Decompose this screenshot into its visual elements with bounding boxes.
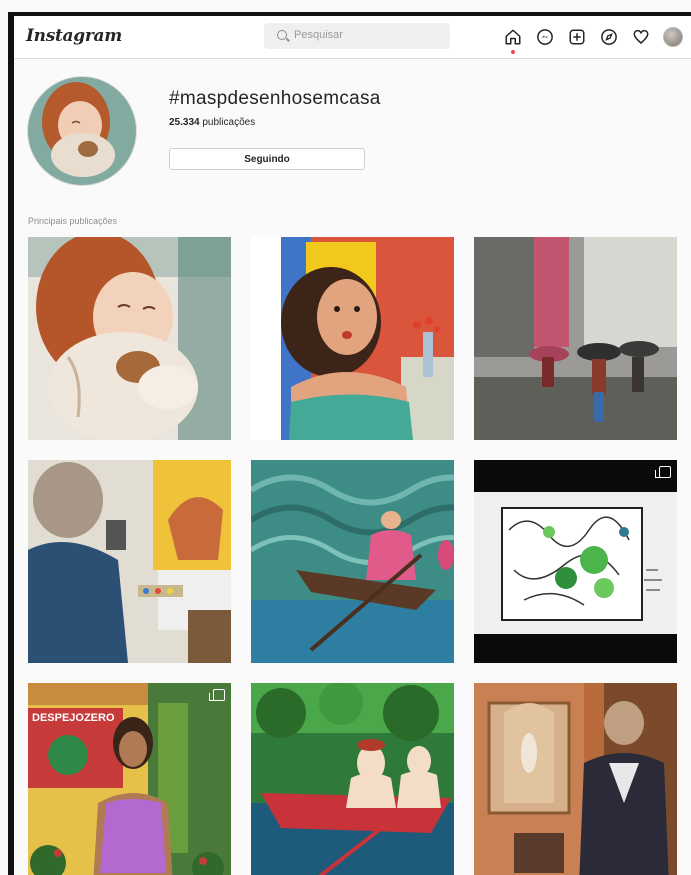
hashtag-profile-picture bbox=[27, 76, 137, 186]
following-button[interactable]: Seguindo bbox=[169, 148, 365, 170]
hashtag-title: #maspdesenhosemcasa bbox=[169, 88, 381, 109]
search-icon bbox=[277, 30, 287, 40]
search-placeholder: Pesquisar bbox=[294, 29, 343, 41]
post-thumbnail[interactable]: DESPEJOZERO bbox=[28, 683, 231, 875]
avatar bbox=[663, 27, 683, 47]
post-thumbnail[interactable] bbox=[251, 683, 454, 875]
multiple-photos-icon bbox=[209, 689, 225, 701]
notification-dot bbox=[511, 50, 515, 54]
post-count-label: publicações bbox=[202, 117, 256, 128]
post-thumbnail[interactable] bbox=[251, 460, 454, 663]
post-thumbnail[interactable] bbox=[474, 237, 677, 440]
post-thumbnail[interactable] bbox=[474, 460, 677, 663]
explore-icon[interactable] bbox=[598, 26, 620, 48]
new-post-icon[interactable] bbox=[566, 26, 588, 48]
post-count: 25.334 publicações bbox=[169, 117, 255, 128]
post-thumbnail[interactable] bbox=[251, 237, 454, 440]
profile-avatar[interactable] bbox=[662, 26, 684, 48]
top-navigation-bar: Instagram Pesquisar bbox=[14, 16, 691, 59]
activity-heart-icon[interactable] bbox=[630, 26, 652, 48]
instagram-logo[interactable]: Instagram bbox=[26, 26, 122, 46]
browser-frame: Instagram Pesquisar #maspdesenhosemcasa … bbox=[8, 12, 691, 875]
search-input[interactable]: Pesquisar bbox=[264, 23, 450, 49]
post-count-value: 25.334 bbox=[169, 117, 200, 128]
post-thumbnail[interactable] bbox=[28, 460, 231, 663]
messenger-icon[interactable] bbox=[534, 26, 556, 48]
home-icon[interactable] bbox=[502, 26, 524, 54]
top-posts-heading: Principais publicações bbox=[28, 216, 118, 226]
multiple-photos-icon bbox=[655, 466, 671, 478]
banner-text: DESPEJOZERO bbox=[32, 712, 115, 724]
post-thumbnail[interactable] bbox=[28, 237, 231, 440]
post-thumbnail[interactable] bbox=[474, 683, 677, 875]
